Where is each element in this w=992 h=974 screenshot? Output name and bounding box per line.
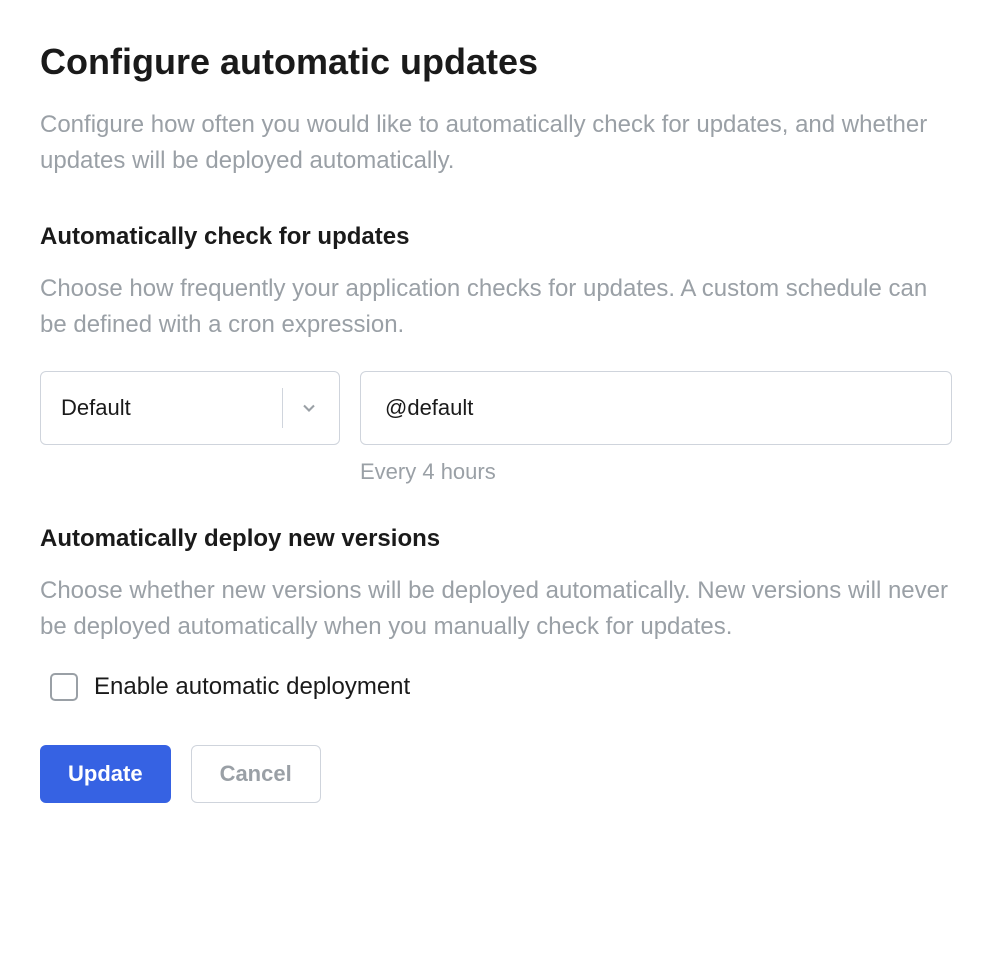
schedule-row: Default xyxy=(40,371,952,445)
deploy-section: Automatically deploy new versions Choose… xyxy=(40,525,952,701)
config-panel: Configure automatic updates Configure ho… xyxy=(40,40,952,803)
auto-deploy-checkbox[interactable]: Enable automatic deployment xyxy=(40,673,952,701)
action-buttons: Update Cancel xyxy=(40,745,952,803)
check-updates-title: Automatically check for updates xyxy=(40,223,952,251)
checkbox-box-icon xyxy=(50,673,78,701)
cancel-button[interactable]: Cancel xyxy=(191,745,321,803)
page-description: Configure how often you would like to au… xyxy=(40,107,952,179)
check-updates-section: Automatically check for updates Choose h… xyxy=(40,223,952,485)
chevron-down-icon xyxy=(299,398,319,418)
check-updates-description: Choose how frequently your application c… xyxy=(40,271,952,343)
schedule-helper-text: Every 4 hours xyxy=(360,455,496,485)
deploy-description: Choose whether new versions will be depl… xyxy=(40,573,952,645)
update-button[interactable]: Update xyxy=(40,745,171,803)
deploy-title: Automatically deploy new versions xyxy=(40,525,952,553)
auto-deploy-label: Enable automatic deployment xyxy=(94,673,410,701)
schedule-select[interactable]: Default xyxy=(40,371,340,445)
select-divider xyxy=(282,388,283,428)
helper-row: Every 4 hours xyxy=(40,455,952,485)
schedule-select-value: Default xyxy=(61,395,274,421)
page-title: Configure automatic updates xyxy=(40,40,952,83)
schedule-input[interactable] xyxy=(360,371,952,445)
